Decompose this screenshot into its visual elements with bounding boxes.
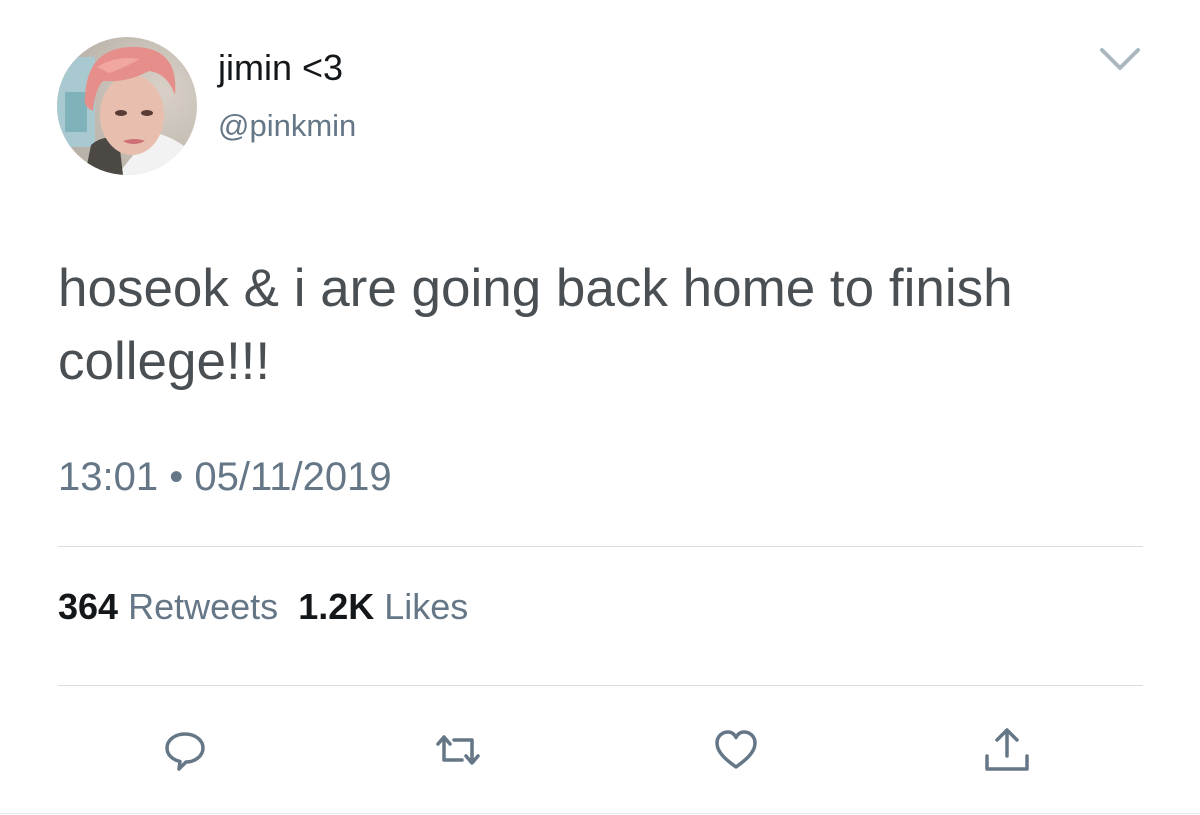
timestamp-separator: • (169, 455, 184, 499)
retweets-label: Retweets (128, 586, 279, 627)
bottom-border (0, 813, 1200, 814)
heart-icon (715, 730, 757, 769)
likes-count: 1.2K (298, 586, 375, 627)
likes-stat[interactable]: 1.2K Likes (298, 586, 468, 627)
tweet-date: 05/11/2019 (194, 455, 392, 499)
retweet-button[interactable] (434, 726, 482, 774)
chevron-down-icon[interactable] (1096, 40, 1144, 76)
retweets-count: 364 (58, 586, 119, 627)
avatar[interactable] (57, 37, 197, 175)
share-upload-icon (985, 728, 1029, 771)
divider (58, 685, 1143, 686)
reply-button[interactable] (161, 726, 209, 774)
likes-label: Likes (384, 586, 469, 627)
tweet-text: hoseok & i are going back home to finish… (58, 259, 1013, 391)
avatar-image (57, 37, 197, 175)
tweet-timestamp[interactable]: 13:01 • 05/11/2019 (58, 452, 392, 502)
user-handle[interactable]: @pinkmin (218, 106, 356, 146)
engagement-stats: 364 Retweets 1.2K Likes (58, 585, 468, 629)
speech-bubble-icon (165, 732, 205, 771)
display-name[interactable]: jimin <3 (218, 46, 343, 90)
retweets-stat[interactable]: 364 Retweets (58, 586, 278, 627)
like-button[interactable] (712, 726, 760, 774)
tweet-time: 13:01 (58, 455, 159, 499)
share-button[interactable] (983, 726, 1031, 774)
retweet-arrows-icon (436, 735, 480, 765)
divider (58, 546, 1143, 547)
tweet-card: jimin <3 @pinkmin hoseok & i are going b… (0, 0, 1200, 815)
